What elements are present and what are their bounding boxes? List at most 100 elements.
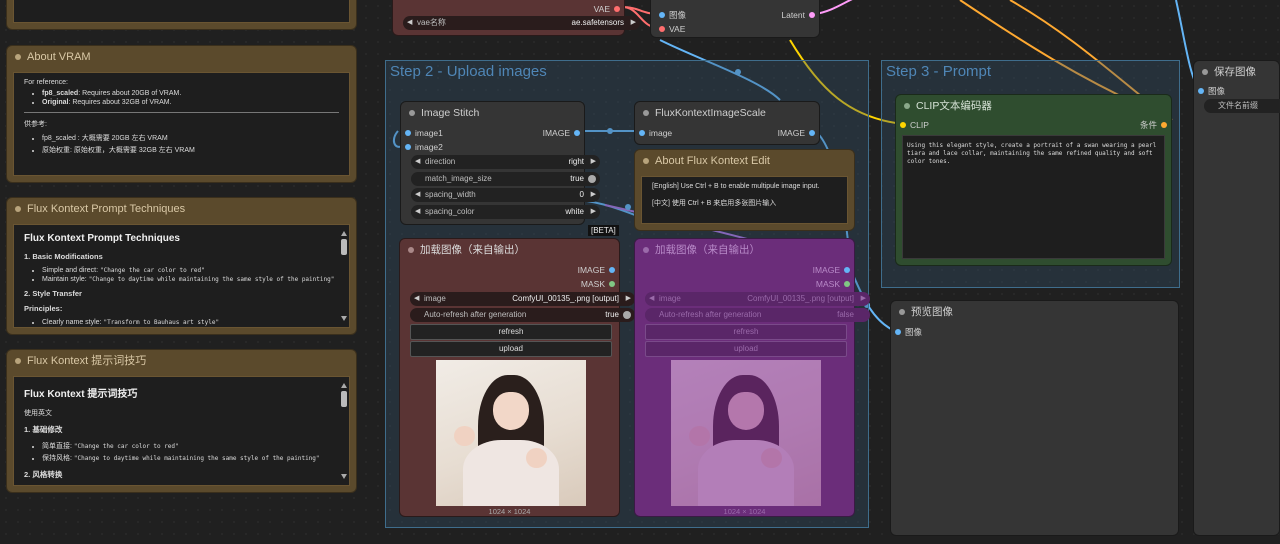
- note-top-partial[interactable]: [6, 0, 357, 30]
- node-title: FluxKontextImageScale: [655, 107, 766, 119]
- collapse-dot-icon[interactable]: [15, 54, 21, 60]
- image-stitch-node[interactable]: Image Stitch image1 image2 IMAGE ◀ direc…: [400, 101, 600, 225]
- note-title: Flux Kontext Prompt Techniques: [27, 203, 186, 215]
- preview-image-node[interactable]: 预览图像 图像: [890, 300, 1179, 536]
- group-title: Step 3 - Prompt: [886, 63, 992, 80]
- list-item: 简单直接: "Change the car color to red": [42, 441, 339, 451]
- upload-button[interactable]: upload: [410, 341, 612, 357]
- collapse-dot-icon[interactable]: [409, 110, 415, 116]
- image-output-pin[interactable]: [574, 130, 580, 136]
- widget-value: false: [837, 310, 854, 319]
- collapse-dot-icon[interactable]: [899, 309, 905, 315]
- mask-output-label: MASK: [815, 279, 840, 289]
- mask-output-pin[interactable]: [609, 281, 615, 287]
- image-select-widget[interactable]: ◀ image ComfyUI_00135_.png [output] ▶: [410, 292, 635, 306]
- arrow-right-icon[interactable]: ▶: [591, 188, 596, 202]
- collapse-dot-icon[interactable]: [15, 358, 21, 364]
- image-output-pin[interactable]: [809, 130, 815, 136]
- filename-prefix-input[interactable]: 文件名前缀: [1204, 99, 1280, 113]
- collapse-dot-icon[interactable]: [643, 158, 649, 164]
- arrow-left-icon[interactable]: ◀: [415, 155, 420, 169]
- collapse-dot-icon[interactable]: [904, 103, 910, 109]
- arrow-left-icon[interactable]: ◀: [415, 188, 420, 202]
- collapse-dot-icon[interactable]: [15, 206, 21, 212]
- image-input-pin[interactable]: [639, 130, 645, 136]
- image-input-pin[interactable]: [1198, 88, 1204, 94]
- vram-intro-zh: 供参考:: [24, 121, 47, 128]
- image-input-label: 图像: [905, 327, 923, 337]
- scrollbar[interactable]: [341, 383, 347, 479]
- list-item: fp8_scaled: Requires about 20GB of VRAM.: [42, 90, 339, 97]
- prompt-techniques-zh-note[interactable]: Flux Kontext 提示词技巧 Flux Kontext 提示词技巧 使用…: [6, 349, 357, 493]
- note-heading: Flux Kontext Prompt Techniques: [24, 233, 180, 244]
- section-heading: Principles:: [24, 304, 63, 313]
- note-content: [English] Use Ctrl + B to enable multipu…: [641, 176, 848, 224]
- clip-text-encode-node[interactable]: CLIP文本编码器 CLIP 条件 Using this elegant sty…: [895, 94, 1172, 266]
- spacing-width-widget[interactable]: ◀ spacing_width 0 ▶: [411, 188, 600, 202]
- arrow-left-icon[interactable]: ◀: [414, 292, 419, 306]
- group-title: Step 2 - Upload images: [390, 63, 547, 80]
- direction-widget[interactable]: ◀ direction right ▶: [411, 155, 600, 169]
- collapse-dot-icon[interactable]: [1202, 69, 1208, 75]
- note-title: About Flux Kontext Edit: [655, 155, 770, 167]
- about-flux-kontext-edit-note[interactable]: About Flux Kontext Edit [English] Use Ct…: [634, 149, 855, 231]
- prompt-textarea[interactable]: Using this elegant style, create a portr…: [902, 135, 1165, 259]
- latent-output-pin[interactable]: [809, 12, 815, 18]
- arrow-right-icon[interactable]: ▶: [591, 205, 596, 219]
- image-output-pin[interactable]: [609, 267, 615, 273]
- note-line-en: [English] Use Ctrl + B to enable multipu…: [652, 183, 820, 190]
- widget-label: Auto-refresh after generation: [659, 310, 762, 319]
- arrow-right-icon[interactable]: ▶: [861, 292, 866, 306]
- list-item: 保持风格: "Change to daytime while maintaini…: [42, 453, 339, 463]
- refresh-button[interactable]: refresh: [410, 324, 612, 340]
- auto-refresh-toggle[interactable]: Auto-refresh after generation true: [410, 308, 635, 322]
- about-vram-note[interactable]: About VRAM For reference: fp8_scaled: Re…: [6, 45, 357, 183]
- collapse-dot-icon[interactable]: [408, 247, 414, 253]
- image-output-label: IMAGE: [812, 265, 840, 275]
- vae-input-pin[interactable]: [659, 26, 665, 32]
- spacing-color-widget[interactable]: ◀ spacing_color white ▶: [411, 205, 600, 219]
- note-line-zh: [中文] 使用 Ctrl + B 来启用多张图片输入: [652, 200, 777, 207]
- vae-decode-node[interactable]: 图像 VAE Latent: [650, 0, 820, 38]
- refresh-button[interactable]: refresh: [645, 324, 847, 340]
- image-input-pin[interactable]: [659, 12, 665, 18]
- arrow-right-icon[interactable]: ▶: [626, 292, 631, 306]
- arrow-right-icon[interactable]: ▶: [591, 155, 596, 169]
- image-output-label: IMAGE: [577, 265, 605, 275]
- arrow-left-icon[interactable]: ◀: [407, 16, 412, 30]
- list-item: fp8_scaled : 大概需要 20GB 左右 VRAM: [42, 133, 339, 143]
- clip-input-pin[interactable]: [900, 122, 906, 128]
- node-title: 加载图像（来自输出）: [420, 244, 525, 256]
- auto-refresh-toggle[interactable]: Auto-refresh after generation false: [645, 308, 870, 322]
- note-title: About VRAM: [27, 51, 91, 63]
- match-image-size-toggle[interactable]: match_image_size true: [411, 172, 600, 186]
- vae-name-widget[interactable]: ◀ vae名称 ae.safetensors ▶: [403, 16, 640, 30]
- list-item: Original: Requires about 32GB of VRAM.: [42, 99, 339, 106]
- image1-input-pin[interactable]: [405, 130, 411, 136]
- load-image-node-1[interactable]: 加载图像（来自输出） IMAGE MASK ◀ image ComfyUI_00…: [399, 238, 635, 517]
- conditioning-output-pin[interactable]: [1161, 122, 1167, 128]
- collapse-dot-icon[interactable]: [643, 247, 649, 253]
- image-input-pin[interactable]: [895, 329, 901, 335]
- vae-loader-node[interactable]: VAE ◀ vae名称 ae.safetensors ▶: [392, 0, 640, 36]
- note-title: Flux Kontext 提示词技巧: [27, 355, 147, 367]
- widget-label: image: [659, 294, 681, 303]
- image2-input-pin[interactable]: [405, 144, 411, 150]
- collapse-dot-icon[interactable]: [643, 110, 649, 116]
- upload-button[interactable]: upload: [645, 341, 847, 357]
- image-select-widget[interactable]: ◀ image ComfyUI_00135_.png [output] ▶: [645, 292, 870, 306]
- save-image-node[interactable]: 保存图像 图像 文件名前缀: [1193, 60, 1280, 536]
- toggle-knob-icon[interactable]: [623, 311, 631, 319]
- image-output-pin[interactable]: [844, 267, 850, 273]
- flux-kontext-image-scale-node[interactable]: FluxKontextImageScale image IMAGE: [634, 101, 820, 145]
- load-image-node-2[interactable]: 加载图像（来自输出） IMAGE MASK ◀ image ComfyUI_00…: [634, 238, 870, 517]
- prompt-techniques-en-note[interactable]: Flux Kontext Prompt Techniques Flux Kont…: [6, 197, 357, 335]
- toggle-knob-icon[interactable]: [588, 175, 596, 183]
- arrow-left-icon[interactable]: ◀: [649, 292, 654, 306]
- arrow-right-icon[interactable]: ▶: [631, 16, 636, 30]
- scrollbar[interactable]: [341, 231, 347, 321]
- mask-output-pin[interactable]: [844, 281, 850, 287]
- node-title: 保存图像: [1214, 66, 1256, 78]
- vae-output-pin[interactable]: [614, 6, 620, 12]
- arrow-left-icon[interactable]: ◀: [415, 205, 420, 219]
